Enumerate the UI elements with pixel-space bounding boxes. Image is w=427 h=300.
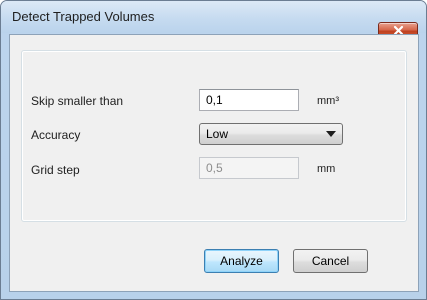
chevron-down-icon [326,131,336,137]
cancel-button[interactable]: Cancel [293,249,368,273]
accuracy-selected-value: Low [206,127,229,141]
settings-group: Skip smaller than 0,1 mm³ Accuracy Low G… [21,50,407,222]
title-bar[interactable]: Detect Trapped Volumes [1,1,426,33]
dialog-window: Detect Trapped Volumes Skip smaller than… [0,0,427,300]
skip-unit-label: mm³ [317,95,339,107]
skip-smaller-than-input[interactable]: 0,1 [199,89,299,111]
dialog-body: Skip smaller than 0,1 mm³ Accuracy Low G… [9,34,419,292]
grid-step-unit-label: mm [317,163,336,175]
skip-smaller-than-label: Skip smaller than [31,94,124,108]
grid-step-input[interactable]: 0,5 [199,157,299,179]
accuracy-label: Accuracy [31,128,81,142]
grid-step-label: Grid step [31,163,80,177]
window-title: Detect Trapped Volumes [12,9,155,24]
accuracy-dropdown[interactable]: Low [199,123,343,145]
analyze-button[interactable]: Analyze [204,249,279,273]
